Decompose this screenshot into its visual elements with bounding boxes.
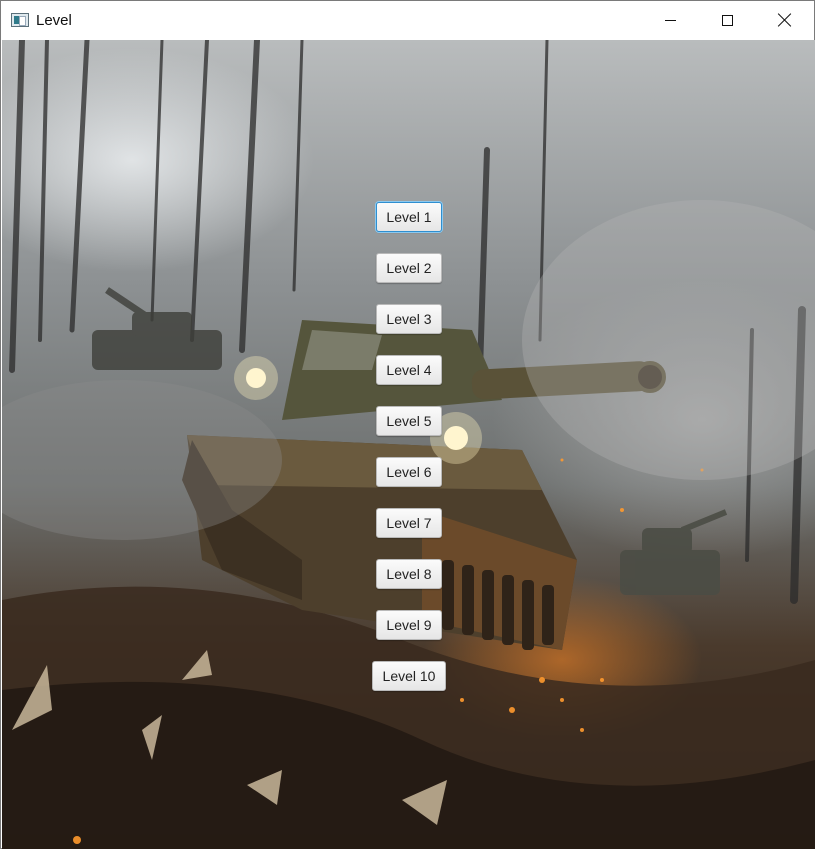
level-3-button[interactable]: Level 3 (376, 304, 442, 334)
level-5-button[interactable]: Level 5 (376, 406, 442, 436)
close-button[interactable] (756, 1, 814, 39)
level-2-button[interactable]: Level 2 (376, 253, 442, 283)
background-image: Level 1 Level 2 Level 3 Level 4 Level 5 … (2, 40, 815, 849)
level-7-button[interactable]: Level 7 (376, 508, 442, 538)
minimize-button[interactable] (641, 1, 699, 39)
level-10-button[interactable]: Level 10 (372, 661, 446, 691)
window-title: Level (36, 12, 72, 29)
level-selection-menu: Level 1 Level 2 Level 3 Level 4 Level 5 … (2, 40, 815, 849)
close-icon (778, 13, 792, 27)
level-8-button[interactable]: Level 8 (376, 559, 442, 589)
level-1-button[interactable]: Level 1 (376, 202, 442, 232)
maximize-button[interactable] (698, 1, 756, 39)
app-window: Level Level 1 Level 2 Level 3 Level 4 Le… (0, 0, 815, 849)
title-bar[interactable]: Level (1, 1, 814, 39)
level-4-button[interactable]: Level 4 (376, 355, 442, 385)
minimize-icon (664, 19, 676, 21)
level-9-button[interactable]: Level 9 (376, 610, 442, 640)
level-6-button[interactable]: Level 6 (376, 457, 442, 487)
maximize-icon (721, 14, 733, 26)
app-window-icon (11, 13, 29, 27)
